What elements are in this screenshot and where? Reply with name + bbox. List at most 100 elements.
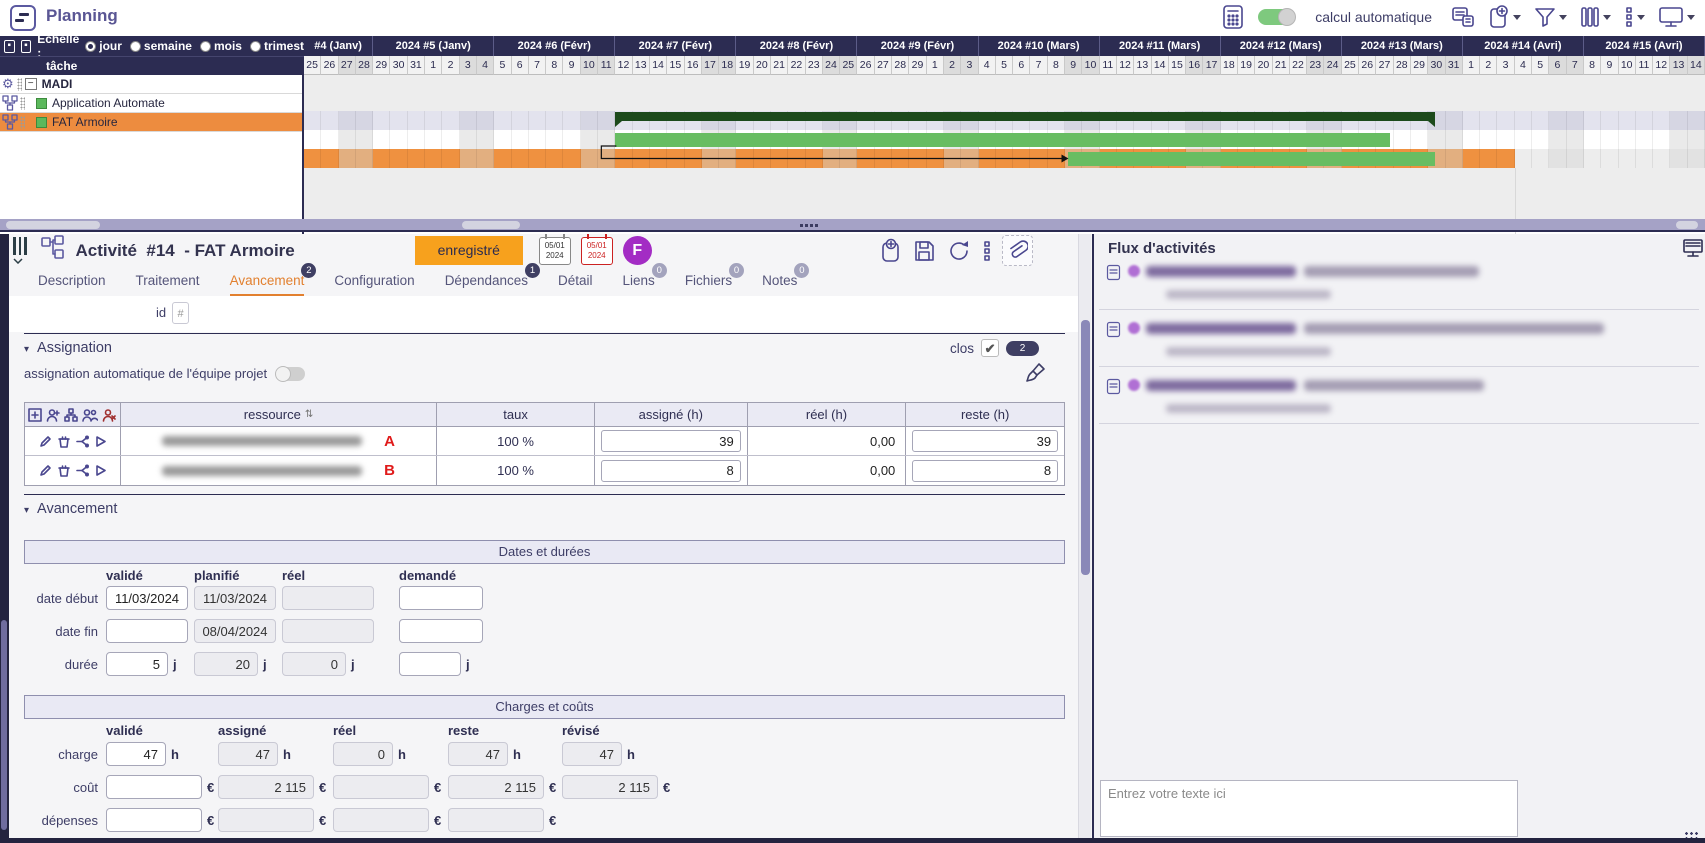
field-date-début-0[interactable] xyxy=(106,586,188,610)
assigne-input[interactable] xyxy=(601,430,741,452)
gantt-bar-application-automate[interactable] xyxy=(615,133,1390,147)
splitter-grip[interactable] xyxy=(800,224,820,227)
auto-calc-toggle[interactable] xyxy=(1258,9,1294,25)
radio-icon[interactable] xyxy=(130,41,141,52)
tab-notes[interactable]: Notes0 xyxy=(762,273,797,297)
play-icon[interactable] xyxy=(95,464,106,477)
field-date-début-3[interactable] xyxy=(399,586,483,610)
tab-fichiers[interactable]: Fichiers0 xyxy=(685,273,732,297)
drag-handle[interactable] xyxy=(17,78,22,91)
radio-icon[interactable] xyxy=(200,41,211,52)
add-event-icon[interactable] xyxy=(1488,5,1521,29)
radio-icon[interactable] xyxy=(250,41,261,52)
field-dépenses-0[interactable] xyxy=(106,808,202,832)
add-time-icon[interactable] xyxy=(880,238,902,264)
play-icon[interactable] xyxy=(95,435,106,448)
tab-traitement[interactable]: Traitement xyxy=(136,273,200,297)
day-header-cell: 27 xyxy=(1376,56,1393,75)
field-durée-0[interactable] xyxy=(106,652,168,676)
reste-input[interactable] xyxy=(912,430,1058,452)
drag-handle[interactable] xyxy=(20,97,25,110)
add-row-icon[interactable] xyxy=(28,408,42,422)
grid-cell xyxy=(1515,130,1532,149)
left-scrollbar-thumb[interactable] xyxy=(6,221,100,229)
task-row-fat-armoire[interactable]: FAT Armoire xyxy=(0,113,302,132)
col-header-reel[interactable]: réel (h) xyxy=(748,403,907,426)
tab-liens[interactable]: Liens0 xyxy=(623,273,655,297)
grid-cell xyxy=(944,149,961,168)
collapse-all-button[interactable]: ▪ xyxy=(4,40,15,53)
screen-share-icon[interactable] xyxy=(1682,238,1704,263)
drag-handle[interactable] xyxy=(20,116,25,129)
field-date-fin-3[interactable] xyxy=(399,619,483,643)
day-header-cell: 22 xyxy=(788,56,805,75)
radio-icon[interactable] xyxy=(85,41,96,52)
report-icon[interactable] xyxy=(1451,6,1475,28)
edit-icon[interactable] xyxy=(39,464,52,477)
add-resource-icon[interactable] xyxy=(46,408,60,422)
scale-option-trimest[interactable]: trimest xyxy=(250,39,304,53)
refresh-icon[interactable] xyxy=(946,239,972,263)
field-coût-0[interactable] xyxy=(106,775,202,799)
field-durée-3[interactable] xyxy=(399,652,461,676)
remove-resource-icon[interactable] xyxy=(102,408,116,422)
horizontal-splitter[interactable] xyxy=(0,219,1705,232)
delete-icon[interactable] xyxy=(58,464,70,477)
tab-configuration[interactable]: Configuration xyxy=(334,273,414,297)
scale-option-jour[interactable]: jour xyxy=(85,39,122,53)
project-team-icon[interactable] xyxy=(82,408,98,422)
display-icon[interactable] xyxy=(1658,6,1695,28)
scale-option-mois[interactable]: mois xyxy=(200,39,242,53)
detail-vertical-scrollbar[interactable] xyxy=(1078,234,1091,838)
gantt-scrollbar-thumb[interactable] xyxy=(462,221,520,229)
attachment-dropzone[interactable] xyxy=(1002,235,1033,266)
dropdown-caret xyxy=(1687,15,1695,20)
filter-icon[interactable] xyxy=(1534,6,1567,28)
gantt-bar-fat-armoire[interactable] xyxy=(1068,152,1435,166)
field-col-header: réel xyxy=(333,723,356,738)
clean-assign-icon[interactable] xyxy=(1026,362,1046,389)
tab-détail[interactable]: Détail xyxy=(558,273,593,297)
gear-icon[interactable]: ⚙ xyxy=(2,76,14,92)
task-row-madi[interactable]: ⚙−MADI xyxy=(0,75,302,94)
columns-icon[interactable] xyxy=(1580,6,1611,28)
assigne-input[interactable] xyxy=(601,460,741,482)
clos-checkbox[interactable]: ✔ xyxy=(981,339,999,357)
reste-input[interactable] xyxy=(912,460,1058,482)
split-icon[interactable] xyxy=(76,464,89,477)
id-field[interactable]: # xyxy=(172,302,189,324)
col-header-assigne[interactable]: assigné (h) xyxy=(595,403,748,426)
auto-assign-toggle[interactable] xyxy=(276,367,305,381)
team-structure-icon[interactable] xyxy=(64,408,78,422)
delete-icon[interactable] xyxy=(58,435,70,448)
edit-icon[interactable] xyxy=(39,435,52,448)
expand-all-button[interactable]: ▪ xyxy=(21,40,32,53)
feed-comment-input[interactable] xyxy=(1100,780,1518,837)
col-header-taux[interactable]: taux xyxy=(437,403,595,426)
scale-option-semaine[interactable]: semaine xyxy=(130,39,192,53)
col-header-ressource[interactable]: ressource ⇅ xyxy=(121,403,437,426)
field-charge-0[interactable] xyxy=(106,742,166,766)
panel-menu-icon[interactable] xyxy=(13,237,30,264)
gantt-bar-madi[interactable] xyxy=(615,112,1435,121)
grid-cell xyxy=(304,111,321,130)
calculator-icon[interactable] xyxy=(1221,4,1245,30)
save-icon[interactable] xyxy=(912,239,936,263)
tab-description[interactable]: Description xyxy=(38,273,106,297)
kebab-menu-icon[interactable] xyxy=(982,239,992,263)
col-header-reste[interactable]: reste (h) xyxy=(906,403,1064,426)
grid-cell xyxy=(321,149,338,168)
field-coût-3 xyxy=(448,775,544,799)
split-icon[interactable] xyxy=(76,435,89,448)
right-scrollbar-thumb[interactable] xyxy=(1676,221,1698,229)
section-avancement[interactable]: Avancement xyxy=(24,501,117,517)
field-date-fin-0[interactable] xyxy=(106,619,188,643)
collapse-toggle[interactable]: − xyxy=(25,78,37,90)
avatar[interactable]: F xyxy=(623,236,652,265)
section-assignation[interactable]: Assignation xyxy=(24,340,112,356)
task-row-application-automate[interactable]: Application Automate xyxy=(0,94,302,113)
entry-type-icon xyxy=(1106,378,1121,400)
tab-dépendances[interactable]: Dépendances1 xyxy=(445,273,528,297)
tab-avancement[interactable]: Avancement2 xyxy=(230,273,305,297)
more-options-icon[interactable] xyxy=(1624,6,1645,28)
